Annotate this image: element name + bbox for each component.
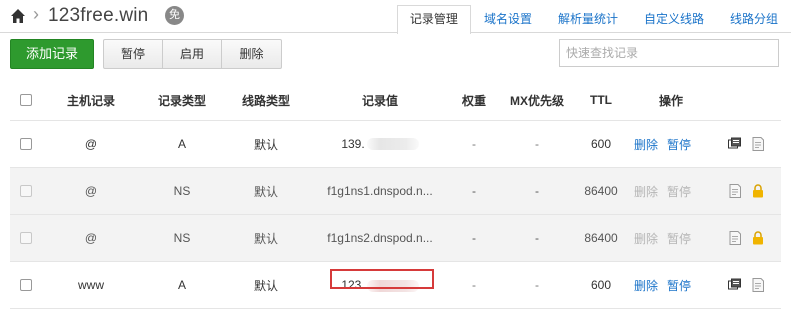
note-icon[interactable] (728, 184, 742, 198)
row-mx: - (535, 137, 539, 151)
select-all-checkbox[interactable] (20, 94, 32, 106)
row-value-cell[interactable]: 123. (308, 262, 452, 308)
note-icon[interactable] (751, 137, 765, 151)
tab-line-groups[interactable]: 线路分组 (717, 5, 791, 33)
row-checkbox (20, 232, 32, 244)
row-line: 默认 (253, 137, 278, 152)
tab-custom-lines[interactable]: 自定义线路 (631, 5, 717, 33)
row-pause-link[interactable]: 暂停 (667, 277, 691, 294)
add-record-button[interactable]: 添加记录 (10, 39, 94, 69)
top-bar: › 123free.win 免 记录管理 域名设置 解析量统计 自定义线路 线路… (0, 0, 791, 34)
header-line: 线路类型 (241, 93, 290, 108)
row-type: NS (173, 231, 191, 245)
row-ttl: 86400 (584, 231, 618, 245)
header-value: 记录值 (361, 93, 398, 108)
enable-button[interactable]: 启用 (163, 40, 222, 68)
header-type: 记录类型 (157, 93, 206, 108)
row-pause-link: 暂停 (667, 231, 692, 246)
table-row: @ NS 默认 f1g1ns1.dnspod.n... - - 86400 删除… (10, 168, 781, 215)
row-delete-link: 删除 (634, 184, 659, 199)
row-checkbox[interactable] (20, 279, 32, 291)
table-row: @ A 默认 139. - - 600 删除 暂停 (10, 121, 781, 168)
table-row: @ NS 默认 f1g1ns2.dnspod.n... - - 86400 删除… (10, 215, 781, 262)
delete-button[interactable]: 删除 (222, 40, 281, 68)
breadcrumb-separator-icon: › (33, 4, 39, 24)
header-ttl: TTL (590, 93, 612, 107)
tab-domain-settings[interactable]: 域名设置 (471, 5, 545, 33)
row-host: @ (84, 184, 98, 198)
row-weight: - (472, 184, 476, 198)
free-badge: 免 (165, 6, 184, 25)
row-type: A (177, 278, 186, 292)
row-line: 默认 (253, 278, 278, 293)
row-weight: - (472, 137, 476, 151)
row-value: f1g1ns2.dnspod.n... (327, 231, 433, 245)
row-value-cell[interactable]: 139. (308, 121, 452, 167)
row-mx: - (535, 231, 539, 245)
redacted-mask (366, 138, 419, 150)
header-weight: 权重 (461, 93, 486, 108)
table-header-row: 主机记录 记录类型 线路类型 记录值 权重 MX优先级 TTL 操作 (10, 80, 781, 121)
row-host: @ (84, 137, 98, 151)
row-delete-link[interactable]: 删除 (634, 277, 658, 294)
pause-button[interactable]: 暂停 (104, 40, 163, 68)
row-pause-link: 暂停 (667, 184, 692, 199)
copy-icon[interactable] (728, 137, 742, 151)
lock-icon (753, 231, 763, 245)
row-line: 默认 (253, 231, 278, 246)
row-weight: - (472, 278, 476, 292)
lock-icon (753, 184, 763, 198)
row-delete-link: 删除 (634, 231, 659, 246)
tab-bar: 记录管理 域名设置 解析量统计 自定义线路 线路分组 (396, 5, 791, 34)
highlight-box (330, 269, 435, 289)
row-delete-link[interactable]: 删除 (634, 136, 658, 153)
header-host: 主机记录 (66, 93, 115, 108)
tab-records[interactable]: 记录管理 (396, 5, 471, 34)
row-host: @ (84, 231, 98, 245)
row-weight: - (472, 231, 476, 245)
row-mx: - (535, 184, 539, 198)
row-type: NS (173, 184, 191, 198)
copy-icon[interactable] (728, 278, 742, 292)
row-host: www (78, 278, 104, 292)
row-checkbox[interactable] (20, 138, 32, 150)
row-ttl: 86400 (584, 184, 618, 198)
row-line: 默认 (253, 184, 278, 199)
row-ttl: 600 (590, 137, 612, 151)
tab-query-stats[interactable]: 解析量统计 (545, 5, 631, 33)
highlighted-value: 123. (330, 269, 435, 292)
note-icon[interactable] (751, 278, 765, 292)
home-icon[interactable] (10, 8, 26, 24)
domain-title: 123free.win (48, 5, 149, 26)
header-mx: MX优先级 (509, 93, 564, 108)
header-ops: 操作 (658, 93, 683, 108)
row-value: 139. (341, 137, 365, 151)
batch-action-group: 暂停 启用 删除 (103, 39, 282, 69)
row-ttl: 600 (590, 278, 612, 292)
row-value: f1g1ns1.dnspod.n... (327, 184, 433, 198)
row-type: A (177, 137, 186, 151)
records-table: 主机记录 记录类型 线路类型 记录值 权重 MX优先级 TTL 操作 @ A 默… (10, 80, 781, 309)
row-pause-link[interactable]: 暂停 (667, 136, 691, 153)
row-mx: - (535, 278, 539, 292)
note-icon[interactable] (728, 231, 742, 245)
table-row: www A 默认 123. - - 600 删除 暂停 (10, 262, 781, 309)
row-checkbox (20, 185, 32, 197)
search-input[interactable] (559, 39, 779, 67)
